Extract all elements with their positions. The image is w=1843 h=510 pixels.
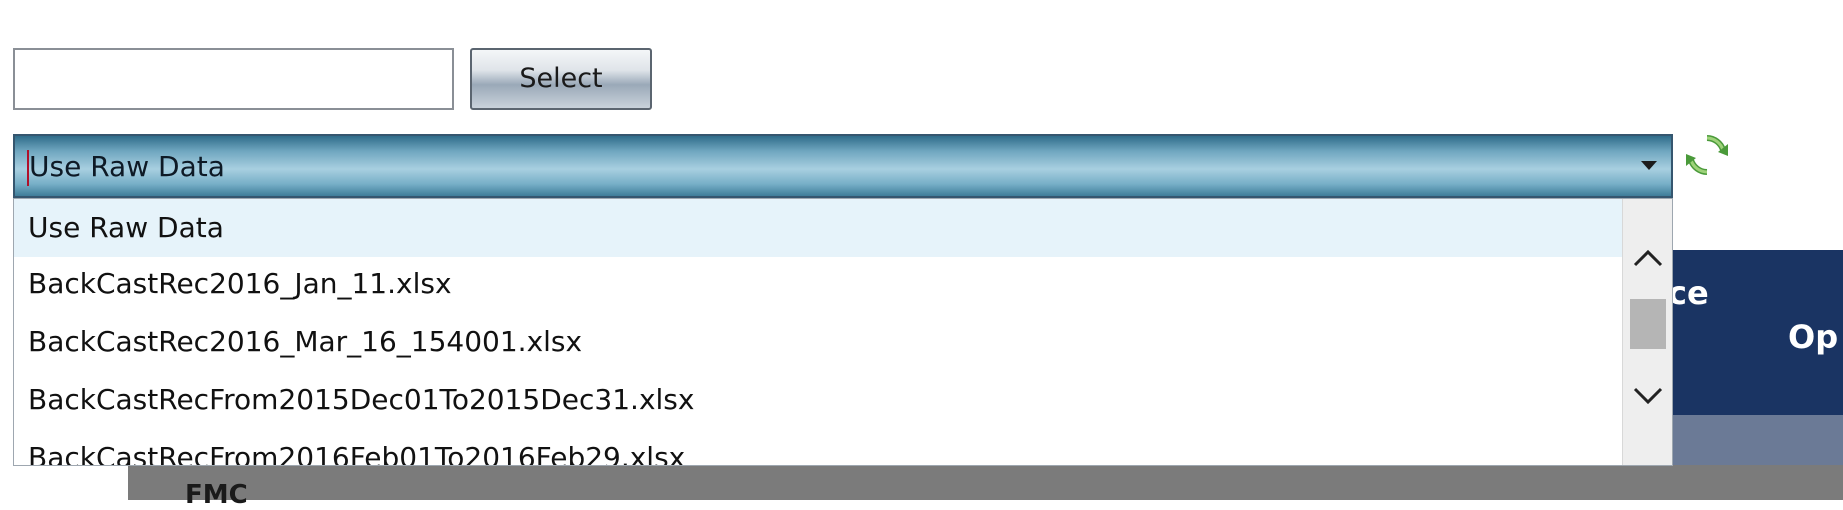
- grid-row-background: [128, 465, 1843, 500]
- grid-row-partial-text: FMC: [185, 480, 248, 510]
- refresh-icon[interactable]: [1684, 132, 1730, 178]
- chevron-up-icon[interactable]: [1629, 243, 1667, 273]
- dropdown-option[interactable]: BackCastRec2016_Mar_16_154001.xlsx: [14, 313, 1624, 371]
- data-source-combobox[interactable]: Use Raw Data: [13, 134, 1673, 198]
- dropdown-scrollbar[interactable]: [1622, 199, 1672, 465]
- file-name-input[interactable]: [13, 48, 454, 110]
- dropdown-option[interactable]: BackCastRec2016_Jan_11.xlsx: [14, 255, 1624, 313]
- combobox-value: Use Raw Data: [29, 150, 225, 183]
- grid-column-header-partial-2: Op: [1788, 318, 1839, 356]
- dropdown-arrow-icon[interactable]: [1641, 161, 1657, 170]
- scrollbar-thumb[interactable]: [1630, 299, 1666, 349]
- dropdown-option[interactable]: BackCastRecFrom2016Feb01To2016Feb29.xlsx: [14, 429, 1624, 465]
- chevron-down-icon[interactable]: [1629, 381, 1667, 411]
- dropdown-option[interactable]: Use Raw Data: [14, 199, 1624, 257]
- select-button[interactable]: Select: [470, 48, 652, 110]
- dropdown-option[interactable]: BackCastRecFrom2015Dec01To2015Dec31.xlsx: [14, 371, 1624, 429]
- grid-column-header-partial: ce: [1668, 274, 1709, 312]
- dropdown-list: Use Raw Data BackCastRec2016_Jan_11.xlsx…: [13, 198, 1673, 466]
